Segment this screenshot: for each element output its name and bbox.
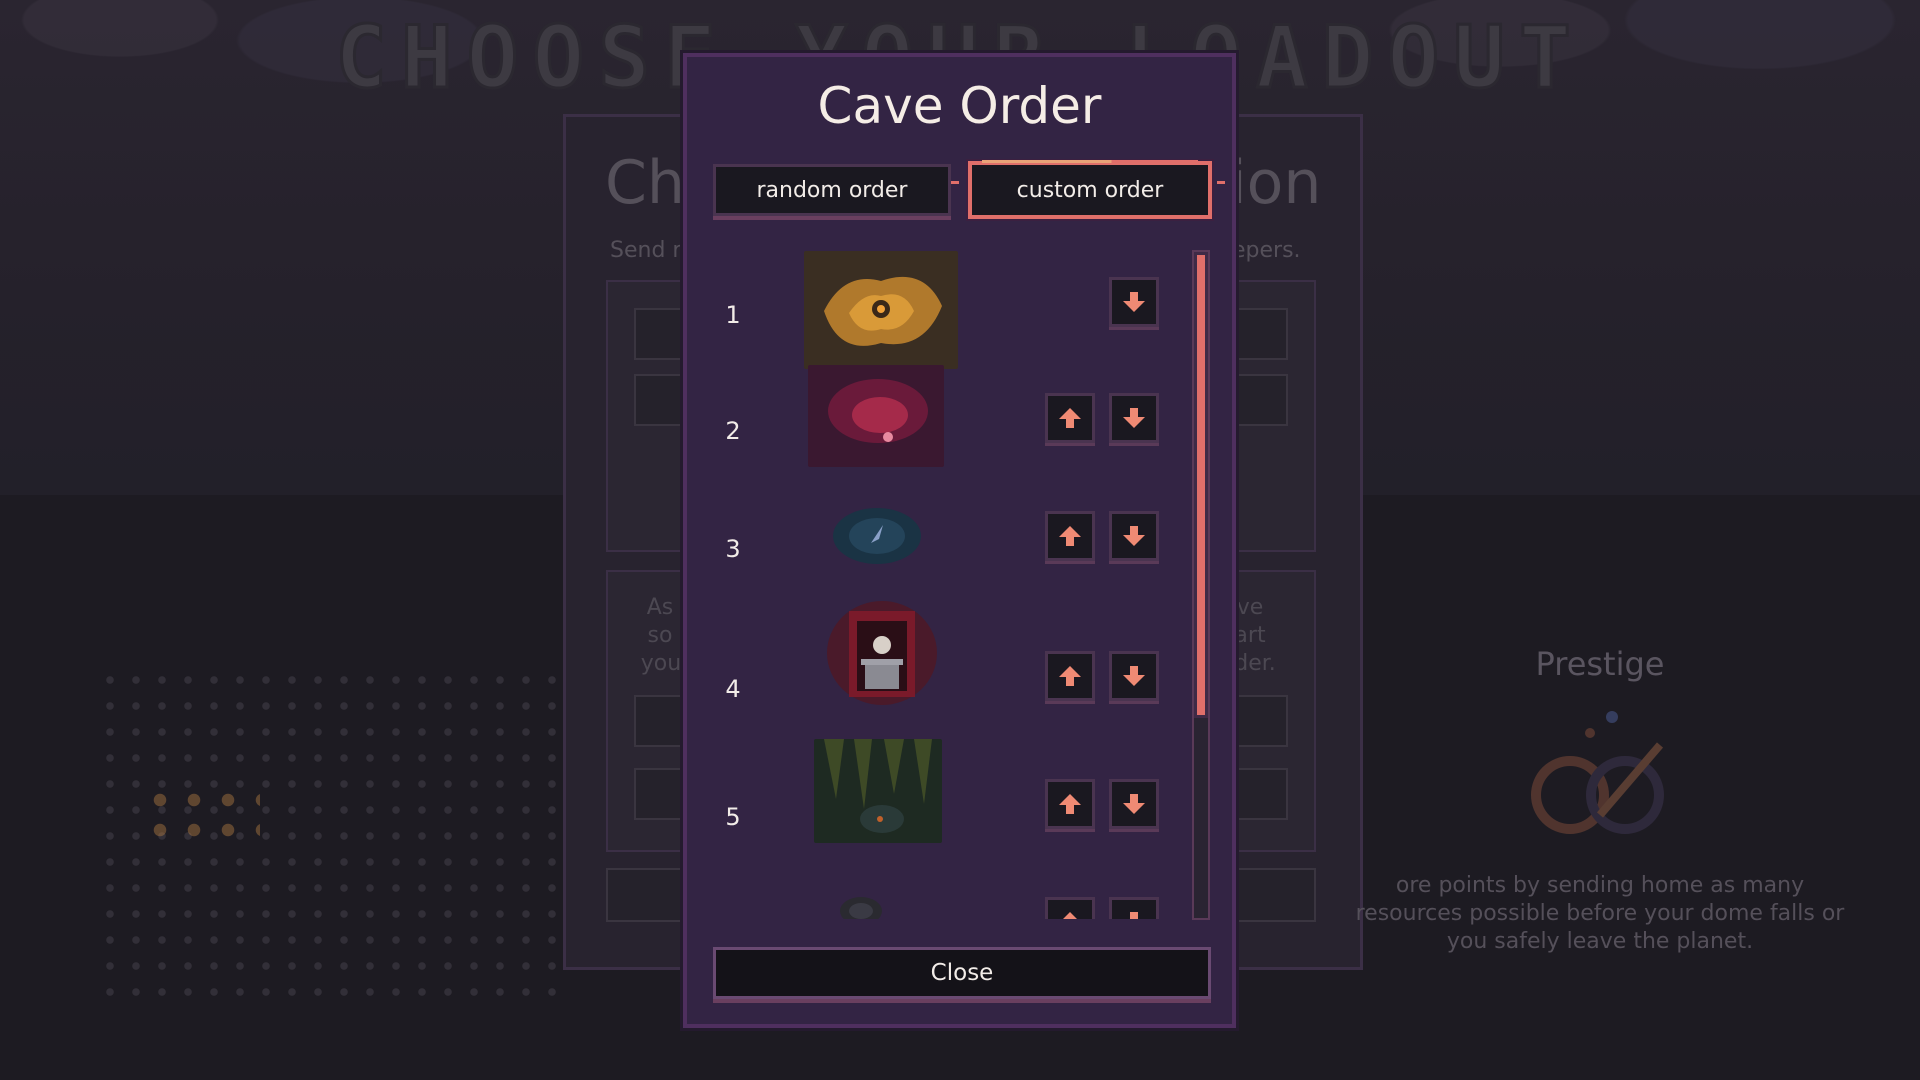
cave-row: 5 (713, 739, 1163, 859)
move-up-button[interactable] (1045, 897, 1095, 919)
move-down-button[interactable] (1109, 393, 1159, 443)
tab-random-order-label: random order (756, 177, 908, 203)
arrow-down-icon (1123, 408, 1145, 428)
close-button[interactable]: Close (713, 947, 1211, 999)
scrollbar-thumb[interactable] (1194, 252, 1208, 718)
left-text-1: As (646, 595, 674, 620)
dialog-title: Cave Order (817, 77, 1102, 135)
tab-custom-order[interactable]: custom order (968, 160, 1212, 219)
mission-panel-subtitle-left: Send r (610, 238, 682, 263)
move-up-button[interactable] (1045, 651, 1095, 701)
cave-row-number: 3 (725, 535, 741, 563)
cave-thumbnail-shrine (827, 601, 937, 705)
tab-connector-right (1217, 181, 1225, 184)
arrow-down-icon (1130, 912, 1138, 919)
cave-row: 6 (713, 877, 1163, 919)
prestige-title: Prestige (1535, 645, 1665, 683)
move-down-button[interactable] (1109, 651, 1159, 701)
move-up-button[interactable] (1045, 779, 1095, 829)
left-text-2: so (647, 623, 673, 648)
cave-thumbnail-dark (840, 897, 882, 919)
arrow-up-icon (1063, 912, 1077, 919)
move-down-button[interactable] (1109, 511, 1159, 561)
cave-row: 2 (713, 365, 1163, 475)
move-down-button[interactable] (1109, 779, 1159, 829)
left-text-3: you (640, 651, 682, 676)
cave-row-number: 2 (725, 417, 741, 445)
mission-panel-title-right: ion (1230, 148, 1322, 218)
cave-row: 1 (713, 247, 1163, 369)
cave-list[interactable]: 1 2 3 4 5 (713, 247, 1163, 919)
cave-row-number: 1 (725, 301, 741, 329)
cave-row-number: 4 (725, 675, 741, 703)
tab-custom-order-label: custom order (1016, 177, 1164, 203)
cave-row: 3 (713, 483, 1163, 593)
move-down-button[interactable] (1109, 277, 1159, 327)
arrow-down-icon (1123, 666, 1145, 686)
prestige-description: ore points by sending home as many resou… (1355, 873, 1845, 954)
tab-connector-left (951, 181, 959, 184)
cave-thumbnail-blue (833, 508, 921, 564)
cave-row: 4 (713, 601, 1163, 731)
arrow-up-icon (1059, 526, 1081, 546)
arrow-up-icon (1059, 794, 1081, 814)
right-text-1: ve (1236, 595, 1264, 620)
cave-row-number: 5 (725, 803, 741, 831)
arrow-down-icon (1123, 794, 1145, 814)
arrow-down-icon (1123, 292, 1145, 312)
tab-random-order[interactable]: random order (713, 164, 951, 216)
close-button-label: Close (930, 960, 994, 986)
mission-panel-title-left: Ch (605, 148, 685, 218)
cave-order-dialog: Cave Order random order custom order 1 2 (683, 53, 1236, 1028)
list-scrollbar[interactable] (1192, 250, 1210, 920)
move-up-button[interactable] (1045, 393, 1095, 443)
arrow-up-icon (1059, 408, 1081, 428)
arrow-down-icon (1123, 526, 1145, 546)
tab-selected-indicator (982, 160, 1198, 163)
ore-deposit (140, 780, 260, 840)
cave-thumbnail-moss (814, 739, 942, 843)
right-text-3: der. (1234, 651, 1276, 676)
arrow-up-icon (1059, 666, 1081, 686)
move-down-button[interactable] (1109, 897, 1159, 919)
move-up-button[interactable] (1045, 511, 1095, 561)
prestige-icon (1531, 711, 1664, 834)
cave-thumbnail-crimson (808, 365, 944, 467)
mission-panel-subtitle-right: epers. (1232, 238, 1301, 263)
right-text-2: art (1234, 623, 1266, 648)
cave-thumbnail-amber (804, 251, 958, 369)
